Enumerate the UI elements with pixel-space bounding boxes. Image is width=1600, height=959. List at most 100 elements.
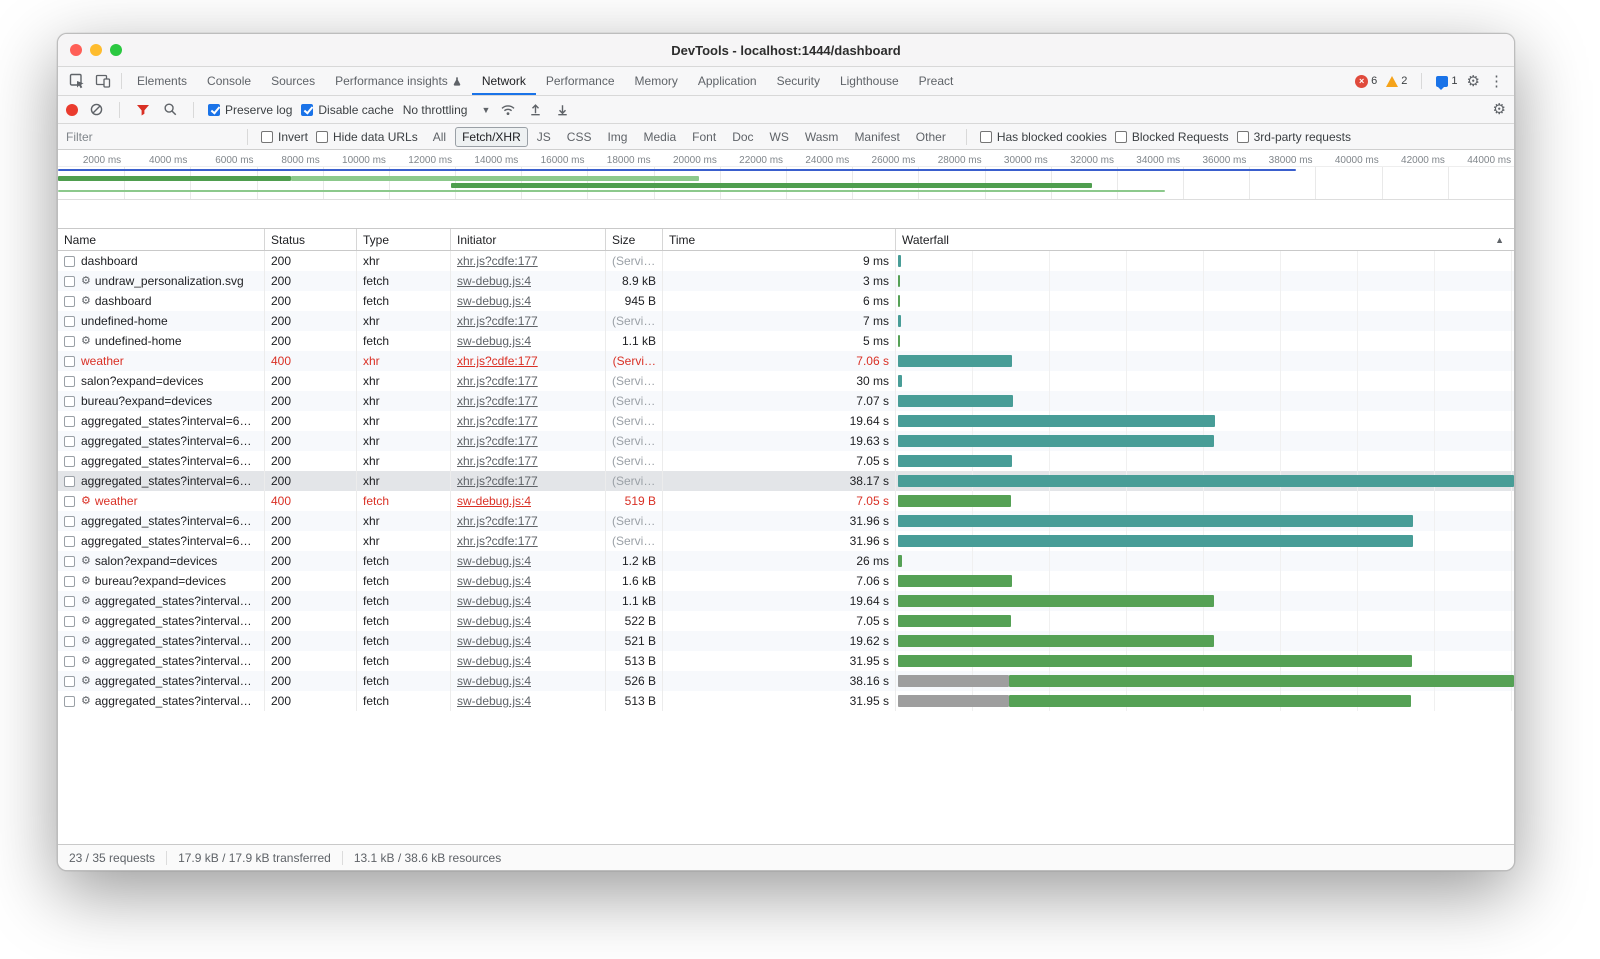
waterfall-cell[interactable] bbox=[896, 271, 1514, 291]
table-row[interactable]: ⚙bureau?expand=devices200fetchsw-debug.j… bbox=[58, 571, 1514, 591]
initiator-link[interactable]: sw-debug.js:4 bbox=[457, 614, 531, 628]
waterfall-cell[interactable] bbox=[896, 451, 1514, 471]
tab-network[interactable]: Network bbox=[472, 67, 536, 95]
initiator-link[interactable]: xhr.js?cdfe:177 bbox=[457, 394, 538, 408]
table-row[interactable]: ⚙aggregated_states?interval=6…200fetchsw… bbox=[58, 591, 1514, 611]
error-badge[interactable]: × 6 bbox=[1355, 75, 1377, 88]
network-overview[interactable]: 2000 ms4000 ms6000 ms8000 ms10000 ms1200… bbox=[58, 150, 1514, 229]
initiator-link[interactable]: xhr.js?cdfe:177 bbox=[457, 354, 538, 368]
row-checkbox[interactable] bbox=[64, 416, 75, 427]
close-window-button[interactable] bbox=[70, 44, 82, 56]
table-row[interactable]: ⚙undraw_personalization.svg200fetchsw-de… bbox=[58, 271, 1514, 291]
waterfall-cell[interactable] bbox=[896, 491, 1514, 511]
waterfall-cell[interactable] bbox=[896, 691, 1514, 711]
filter-type-font[interactable]: Font bbox=[685, 127, 723, 147]
import-har-icon[interactable] bbox=[526, 101, 544, 119]
table-row[interactable]: ⚙weather400fetchsw-debug.js:4519 B7.05 s bbox=[58, 491, 1514, 511]
waterfall-cell[interactable] bbox=[896, 431, 1514, 451]
row-checkbox[interactable] bbox=[64, 636, 75, 647]
filter-type-all[interactable]: All bbox=[426, 127, 453, 147]
invert-toggle[interactable]: Invert bbox=[261, 130, 308, 144]
row-checkbox[interactable] bbox=[64, 316, 75, 327]
row-checkbox[interactable] bbox=[64, 456, 75, 467]
column-header-type[interactable]: Type bbox=[357, 229, 451, 250]
row-checkbox[interactable] bbox=[64, 436, 75, 447]
warning-badge[interactable]: 2 bbox=[1386, 75, 1407, 87]
record-network-log-button[interactable] bbox=[66, 104, 78, 116]
row-checkbox[interactable] bbox=[64, 356, 75, 367]
table-row[interactable]: aggregated_states?interval=60&…200xhrxhr… bbox=[58, 471, 1514, 491]
filter-type-ws[interactable]: WS bbox=[763, 127, 796, 147]
tab-elements[interactable]: Elements bbox=[127, 67, 197, 95]
table-row[interactable]: aggregated_states?interval=60&…200xhrxhr… bbox=[58, 511, 1514, 531]
waterfall-cell[interactable] bbox=[896, 571, 1514, 591]
zoom-window-button[interactable] bbox=[110, 44, 122, 56]
inspect-element-icon[interactable] bbox=[64, 67, 90, 95]
row-checkbox[interactable] bbox=[64, 476, 75, 487]
initiator-link[interactable]: sw-debug.js:4 bbox=[457, 594, 531, 608]
row-checkbox[interactable] bbox=[64, 696, 75, 707]
row-checkbox[interactable] bbox=[64, 596, 75, 607]
waterfall-cell[interactable] bbox=[896, 351, 1514, 371]
row-checkbox[interactable] bbox=[64, 256, 75, 267]
row-checkbox[interactable] bbox=[64, 556, 75, 567]
waterfall-cell[interactable] bbox=[896, 591, 1514, 611]
search-icon[interactable] bbox=[161, 101, 179, 119]
initiator-link[interactable]: sw-debug.js:4 bbox=[457, 554, 531, 568]
waterfall-cell[interactable] bbox=[896, 611, 1514, 631]
third-party-requests-checkbox[interactable] bbox=[1237, 131, 1249, 143]
waterfall-cell[interactable] bbox=[896, 391, 1514, 411]
has-blocked-cookies-checkbox[interactable] bbox=[980, 131, 992, 143]
waterfall-cell[interactable] bbox=[896, 551, 1514, 571]
table-row[interactable]: aggregated_states?interval=60&…200xhrxhr… bbox=[58, 431, 1514, 451]
row-checkbox[interactable] bbox=[64, 296, 75, 307]
filter-type-fetch-xhr[interactable]: Fetch/XHR bbox=[455, 127, 528, 147]
initiator-link[interactable]: xhr.js?cdfe:177 bbox=[457, 414, 538, 428]
tab-sources[interactable]: Sources bbox=[261, 67, 325, 95]
initiator-link[interactable]: xhr.js?cdfe:177 bbox=[457, 434, 538, 448]
waterfall-cell[interactable] bbox=[896, 371, 1514, 391]
column-header-name[interactable]: Name bbox=[58, 229, 265, 250]
minimize-window-button[interactable] bbox=[90, 44, 102, 56]
waterfall-cell[interactable] bbox=[896, 531, 1514, 551]
issues-badge[interactable]: 1 bbox=[1436, 75, 1457, 87]
row-checkbox[interactable] bbox=[64, 516, 75, 527]
column-header-time[interactable]: Time bbox=[663, 229, 896, 250]
filter-input[interactable] bbox=[66, 130, 234, 144]
initiator-link[interactable]: sw-debug.js:4 bbox=[457, 654, 531, 668]
clear-network-log-icon[interactable] bbox=[87, 101, 105, 119]
waterfall-cell[interactable] bbox=[896, 471, 1514, 491]
waterfall-cell[interactable] bbox=[896, 511, 1514, 531]
row-checkbox[interactable] bbox=[64, 536, 75, 547]
tab-lighthouse[interactable]: Lighthouse bbox=[830, 67, 909, 95]
initiator-link[interactable]: sw-debug.js:4 bbox=[457, 694, 531, 708]
initiator-link[interactable]: sw-debug.js:4 bbox=[457, 334, 531, 348]
row-checkbox[interactable] bbox=[64, 576, 75, 587]
preserve-log-checkbox[interactable] bbox=[208, 104, 220, 116]
table-row[interactable]: bureau?expand=devices200xhrxhr.js?cdfe:1… bbox=[58, 391, 1514, 411]
network-settings-gear-icon[interactable]: ⚙ bbox=[1493, 102, 1506, 117]
invert-checkbox[interactable] bbox=[261, 131, 273, 143]
table-row[interactable]: ⚙aggregated_states?interval=6…200fetchsw… bbox=[58, 631, 1514, 651]
waterfall-cell[interactable] bbox=[896, 291, 1514, 311]
settings-gear-icon[interactable]: ⚙ bbox=[1467, 74, 1480, 89]
device-toolbar-icon[interactable] bbox=[90, 67, 116, 95]
initiator-link[interactable]: sw-debug.js:4 bbox=[457, 634, 531, 648]
filter-type-media[interactable]: Media bbox=[636, 127, 683, 147]
initiator-link[interactable]: xhr.js?cdfe:177 bbox=[457, 254, 538, 268]
initiator-link[interactable]: xhr.js?cdfe:177 bbox=[457, 514, 538, 528]
table-row[interactable]: aggregated_states?interval=60&…200xhrxhr… bbox=[58, 531, 1514, 551]
tab-security[interactable]: Security bbox=[767, 67, 830, 95]
filter-type-js[interactable]: JS bbox=[530, 127, 558, 147]
table-row[interactable]: aggregated_states?interval=60&…200xhrxhr… bbox=[58, 411, 1514, 431]
row-checkbox[interactable] bbox=[64, 656, 75, 667]
waterfall-cell[interactable] bbox=[896, 651, 1514, 671]
tab-preact[interactable]: Preact bbox=[909, 67, 964, 95]
table-row[interactable]: weather400xhrxhr.js?cdfe:177(Servi…7.06 … bbox=[58, 351, 1514, 371]
filter-type-img[interactable]: Img bbox=[600, 127, 634, 147]
table-row[interactable]: salon?expand=devices200xhrxhr.js?cdfe:17… bbox=[58, 371, 1514, 391]
table-row[interactable]: ⚙undefined-home200fetchsw-debug.js:41.1 … bbox=[58, 331, 1514, 351]
kebab-menu-icon[interactable]: ⋮ bbox=[1489, 74, 1504, 89]
initiator-link[interactable]: sw-debug.js:4 bbox=[457, 574, 531, 588]
third-party-requests-toggle[interactable]: 3rd-party requests bbox=[1237, 130, 1351, 144]
